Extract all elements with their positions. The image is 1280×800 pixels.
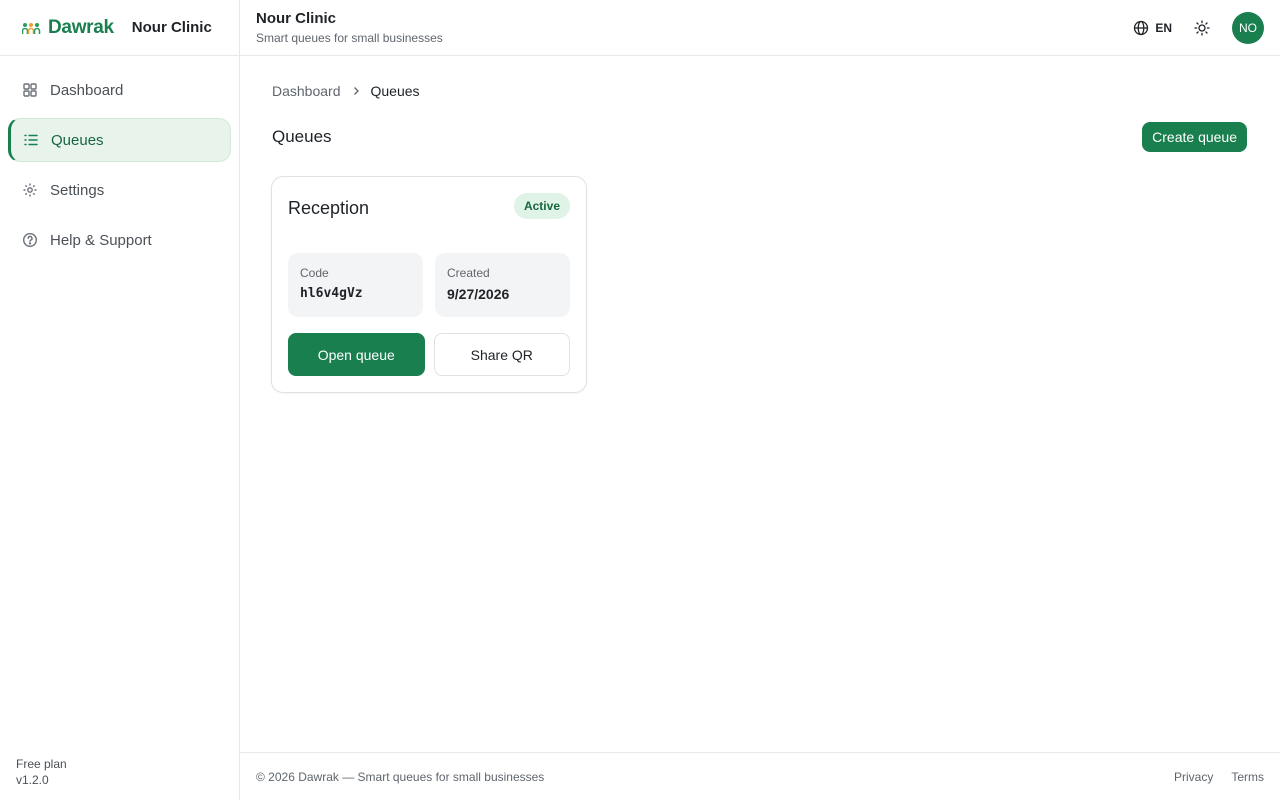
language-switcher[interactable]: EN: [1133, 20, 1172, 36]
theme-toggle[interactable]: [1194, 19, 1210, 36]
sidebar-item-label: Dashboard: [50, 81, 124, 99]
header-title: Nour Clinic: [256, 9, 337, 27]
sidebar-nav: Dashboard Queues Settings Help & Support: [0, 56, 239, 280]
logo-text: Dawrak: [48, 16, 114, 38]
queue-code: hl6v4gVz: [300, 286, 363, 301]
terms-link[interactable]: Terms: [1231, 770, 1264, 784]
footer-links: Privacy Terms: [1174, 770, 1264, 784]
queue-card: Reception Active Code hl6v4gVz Created 9…: [271, 176, 587, 393]
sun-icon: [1194, 19, 1210, 36]
sidebar-item-label: Settings: [50, 181, 105, 199]
queue-info-row: Code hl6v4gVz Created 9/27/2026: [288, 253, 570, 317]
header-actions: EN NO: [1133, 11, 1264, 44]
plan-info: Free plan v1.2.0: [16, 756, 67, 788]
help-icon: [22, 232, 38, 248]
page-title: Queues: [272, 127, 332, 146]
avatar[interactable]: NO: [1232, 11, 1264, 44]
top-header: Nour Clinic Smart queues for small busin…: [240, 0, 1280, 56]
status-badge: Active: [513, 193, 570, 219]
queue-code-box: Code hl6v4gVz: [288, 253, 423, 317]
queue-card-header: Reception Active: [288, 193, 570, 237]
list-icon: [24, 134, 38, 146]
people-queue-icon: [22, 22, 41, 34]
dashboard-icon: [23, 83, 37, 97]
sidebar: Dawrak Nour Clinic Dashboard Queues Sett…: [0, 0, 240, 800]
queue-name: Reception: [288, 198, 370, 218]
org-name: Nour Clinic: [131, 19, 212, 36]
dawrak-logo[interactable]: Dawrak: [22, 17, 114, 39]
page-title-row: Queues Create queue: [272, 122, 1248, 152]
plan-name: Free plan: [16, 757, 67, 771]
queue-actions: Open queue Share QR: [288, 333, 570, 376]
chevron-right-icon: [353, 87, 359, 95]
created-label: Created: [447, 266, 490, 280]
app-version: v1.2.0: [16, 773, 49, 787]
main-content: Dashboard Queues Queues Create queue Rec…: [240, 56, 1280, 752]
sidebar-item-dashboard[interactable]: Dashboard: [8, 68, 231, 112]
gear-icon: [23, 183, 37, 197]
code-label: Code: [300, 266, 329, 280]
create-queue-button[interactable]: Create queue: [1142, 122, 1247, 152]
sidebar-item-settings[interactable]: Settings: [8, 168, 231, 212]
breadcrumb: Dashboard Queues: [272, 82, 1248, 100]
header-subtitle: Smart queues for small businesses: [256, 30, 443, 45]
brand-bar: Dawrak Nour Clinic: [0, 0, 239, 56]
footer: © 2026 Dawrak — Smart queues for small b…: [240, 752, 1280, 800]
queue-created-box: Created 9/27/2026: [435, 253, 570, 317]
footer-copyright: © 2026 Dawrak — Smart queues for small b…: [256, 769, 545, 784]
header-titles: Nour Clinic Smart queues for small busin…: [256, 10, 443, 46]
created-date: 9/27/2026: [447, 286, 510, 302]
sidebar-item-label: Queues: [51, 131, 104, 149]
language-code: EN: [1155, 20, 1172, 35]
breadcrumb-dashboard[interactable]: Dashboard: [272, 83, 341, 99]
globe-icon: [1134, 20, 1149, 35]
share-qr-button[interactable]: Share QR: [433, 333, 570, 376]
sidebar-item-label: Help & Support: [50, 231, 152, 249]
breadcrumb-current: Queues: [370, 83, 420, 99]
open-queue-button[interactable]: Open queue: [288, 333, 425, 376]
sidebar-item-help[interactable]: Help & Support: [8, 218, 231, 262]
sidebar-item-queues[interactable]: Queues: [8, 118, 231, 162]
privacy-link[interactable]: Privacy: [1174, 770, 1213, 784]
